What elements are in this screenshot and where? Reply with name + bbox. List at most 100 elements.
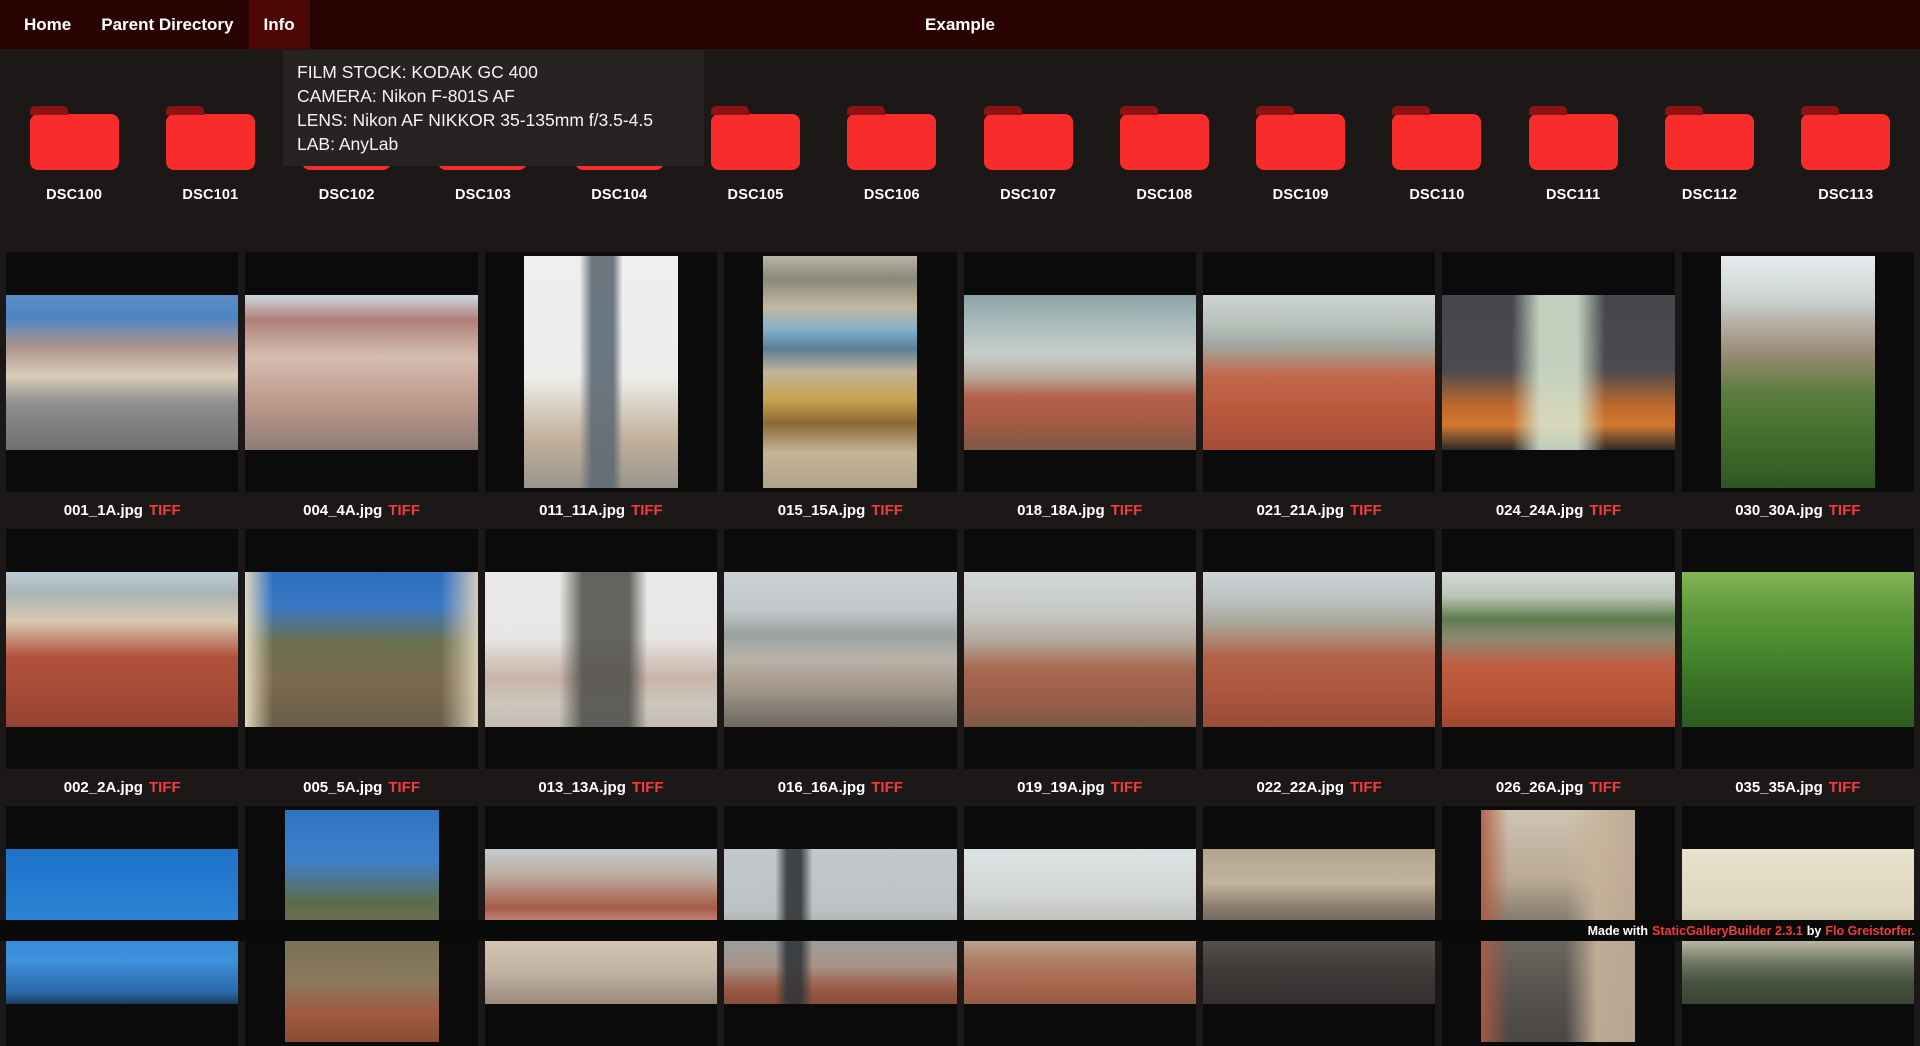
photo-013_13A: 013_13A.jpg TIFF [484,529,718,806]
photo-thumbnail[interactable] [1442,252,1675,492]
photo-filename-link[interactable]: 019_19A.jpg [1017,779,1105,796]
photo-caption: 024_24A.jpg TIFF [1442,492,1674,529]
thumbnail-river-and-castle [724,571,957,727]
folder-label: DSC112 [1681,187,1738,203]
photo-tiff-link[interactable]: TIFF [1589,779,1621,796]
photo-tiff-link[interactable]: TIFF [1829,779,1861,796]
folder-DSC100[interactable]: DSC100 [6,106,142,203]
photo-thumbnail[interactable] [245,252,478,492]
folder-icon [1801,106,1891,170]
photo-thumbnail[interactable] [1442,529,1675,769]
folder-label: DSC105 [727,187,784,203]
photo-filename-link[interactable]: 011_11A.jpg [539,502,625,519]
folder-label: DSC110 [1409,187,1465,203]
photo-filename-link[interactable]: 035_35A.jpg [1735,779,1823,796]
nav-item-parent-directory[interactable]: Parent Directory [86,0,248,49]
photo-tiff-link[interactable]: TIFF [631,502,663,519]
thumbnail-castle-over-roofs [1202,571,1436,727]
photo-filename-link[interactable]: 001_1A.jpg [64,502,143,519]
photo-filename-link[interactable]: 021_21A.jpg [1256,502,1344,519]
photo-caption: 011_11A.jpg TIFF [485,492,717,529]
thumbnail-street-with-tram-tracks [6,294,239,450]
folder-DSC105[interactable]: DSC105 [687,106,823,203]
photo-001_1A: 001_1A.jpg TIFF [6,252,239,529]
thumbnail-trees-over-city [1720,256,1875,488]
photo-tiff-link[interactable]: TIFF [1111,779,1143,796]
folder-DSC112[interactable]: DSC112 [1641,106,1777,203]
folder-label: DSC103 [454,187,511,203]
photo-thumbnail[interactable] [484,252,718,492]
photo-filename-link[interactable]: 016_16A.jpg [778,779,866,796]
photo-tiff-link[interactable]: TIFF [1589,502,1621,519]
photo-filename-link[interactable]: 022_22A.jpg [1256,779,1344,796]
photo-thumbnail[interactable] [1202,252,1436,492]
nav-item-info[interactable]: Info [248,0,310,49]
photo-thumbnail[interactable] [1681,252,1914,492]
photo-filename-link[interactable]: 002_2A.jpg [64,779,143,796]
photo-filename-link[interactable]: 013_13A.jpg [538,779,626,796]
photo-tiff-link[interactable]: TIFF [149,779,181,796]
folder-icon [1528,106,1618,170]
photo-thumbnail[interactable] [963,252,1196,492]
photo-022_22A: 022_22A.jpg TIFF [1202,529,1436,806]
photo-caption: 035_35A.jpg TIFF [1682,769,1914,806]
credit-bar: Made with StaticGalleryBuilder 2.3.1 by … [0,920,1920,941]
photo-tiff-link[interactable]: TIFF [871,779,903,796]
folder-DSC107[interactable]: DSC107 [960,106,1096,203]
photo-tiff-link[interactable]: TIFF [149,502,181,519]
photo-016_16A: 016_16A.jpg TIFF [724,529,957,806]
folder-icon [1392,106,1482,170]
photo-caption: 004_4A.jpg TIFF [245,492,477,529]
photo-tiff-link[interactable]: TIFF [388,502,420,519]
photo-thumbnail[interactable] [6,529,239,769]
builder-link[interactable]: StaticGalleryBuilder 2.3.1 [1652,924,1803,938]
folder-DSC101[interactable]: DSC101 [142,106,278,203]
photo-thumbnail[interactable] [6,252,239,492]
photo-filename-link[interactable]: 005_5A.jpg [303,779,382,796]
author-link[interactable]: Flo Greistorfer. [1825,924,1915,938]
credit-by: by [1806,923,1822,938]
thumbnail-hillside-clocktower [245,571,478,727]
nav-item-home[interactable]: Home [9,0,86,49]
photo-thumbnail[interactable] [1681,529,1914,769]
folder-label: DSC109 [1272,187,1329,203]
folder-DSC106[interactable]: DSC106 [824,106,960,203]
photo-thumbnail[interactable] [724,252,957,492]
photo-filename-link[interactable]: 004_4A.jpg [303,502,382,519]
photo-filename-link[interactable]: 026_26A.jpg [1496,779,1584,796]
folder-DSC110[interactable]: DSC110 [1369,106,1505,203]
photo-thumbnail[interactable] [245,529,478,769]
photo-thumbnail[interactable] [1202,529,1436,769]
photo-035_35A: 035_35A.jpg TIFF [1681,529,1914,806]
photo-tiff-link[interactable]: TIFF [1829,502,1861,519]
photo-thumbnail[interactable] [963,529,1196,769]
folder-DSC108[interactable]: DSC108 [1096,106,1232,203]
photo-tiff-link[interactable]: TIFF [1111,502,1143,519]
photo-thumbnail[interactable] [484,529,718,769]
thumbnail-astronomical-clock [763,256,918,488]
photo-caption: 016_16A.jpg TIFF [724,769,956,806]
photo-caption: 013_13A.jpg TIFF [485,769,717,806]
photo-tiff-link[interactable]: TIFF [632,779,664,796]
folder-DSC113[interactable]: DSC113 [1778,106,1914,203]
photo-tiff-link[interactable]: TIFF [388,779,420,796]
folder-label: DSC111 [1546,187,1601,203]
photo-filename-link[interactable]: 015_15A.jpg [778,502,866,519]
photo-tiff-link[interactable]: TIFF [871,502,903,519]
folder-label: DSC104 [591,187,648,203]
photo-thumbnail[interactable] [724,529,957,769]
thumbnail-rooftop-street-view [245,294,478,450]
folder-DSC109[interactable]: DSC109 [1233,106,1369,203]
photo-caption: 030_30A.jpg TIFF [1682,492,1914,529]
folder-icon [847,106,937,170]
folder-icon [983,106,1073,170]
photo-filename-link[interactable]: 018_18A.jpg [1017,502,1105,519]
tooltip-line: FILM STOCK: KODAK GC 400 [297,62,538,82]
photo-tiff-link[interactable]: TIFF [1350,779,1382,796]
photo-filename-link[interactable]: 024_24A.jpg [1496,502,1584,519]
folder-DSC111[interactable]: DSC111 [1505,106,1641,203]
photo-tiff-link[interactable]: TIFF [1350,502,1382,519]
photo-015_15A: 015_15A.jpg TIFF [724,252,957,529]
thumbnail-misty-city-panorama [963,294,1196,450]
photo-filename-link[interactable]: 030_30A.jpg [1735,502,1823,519]
